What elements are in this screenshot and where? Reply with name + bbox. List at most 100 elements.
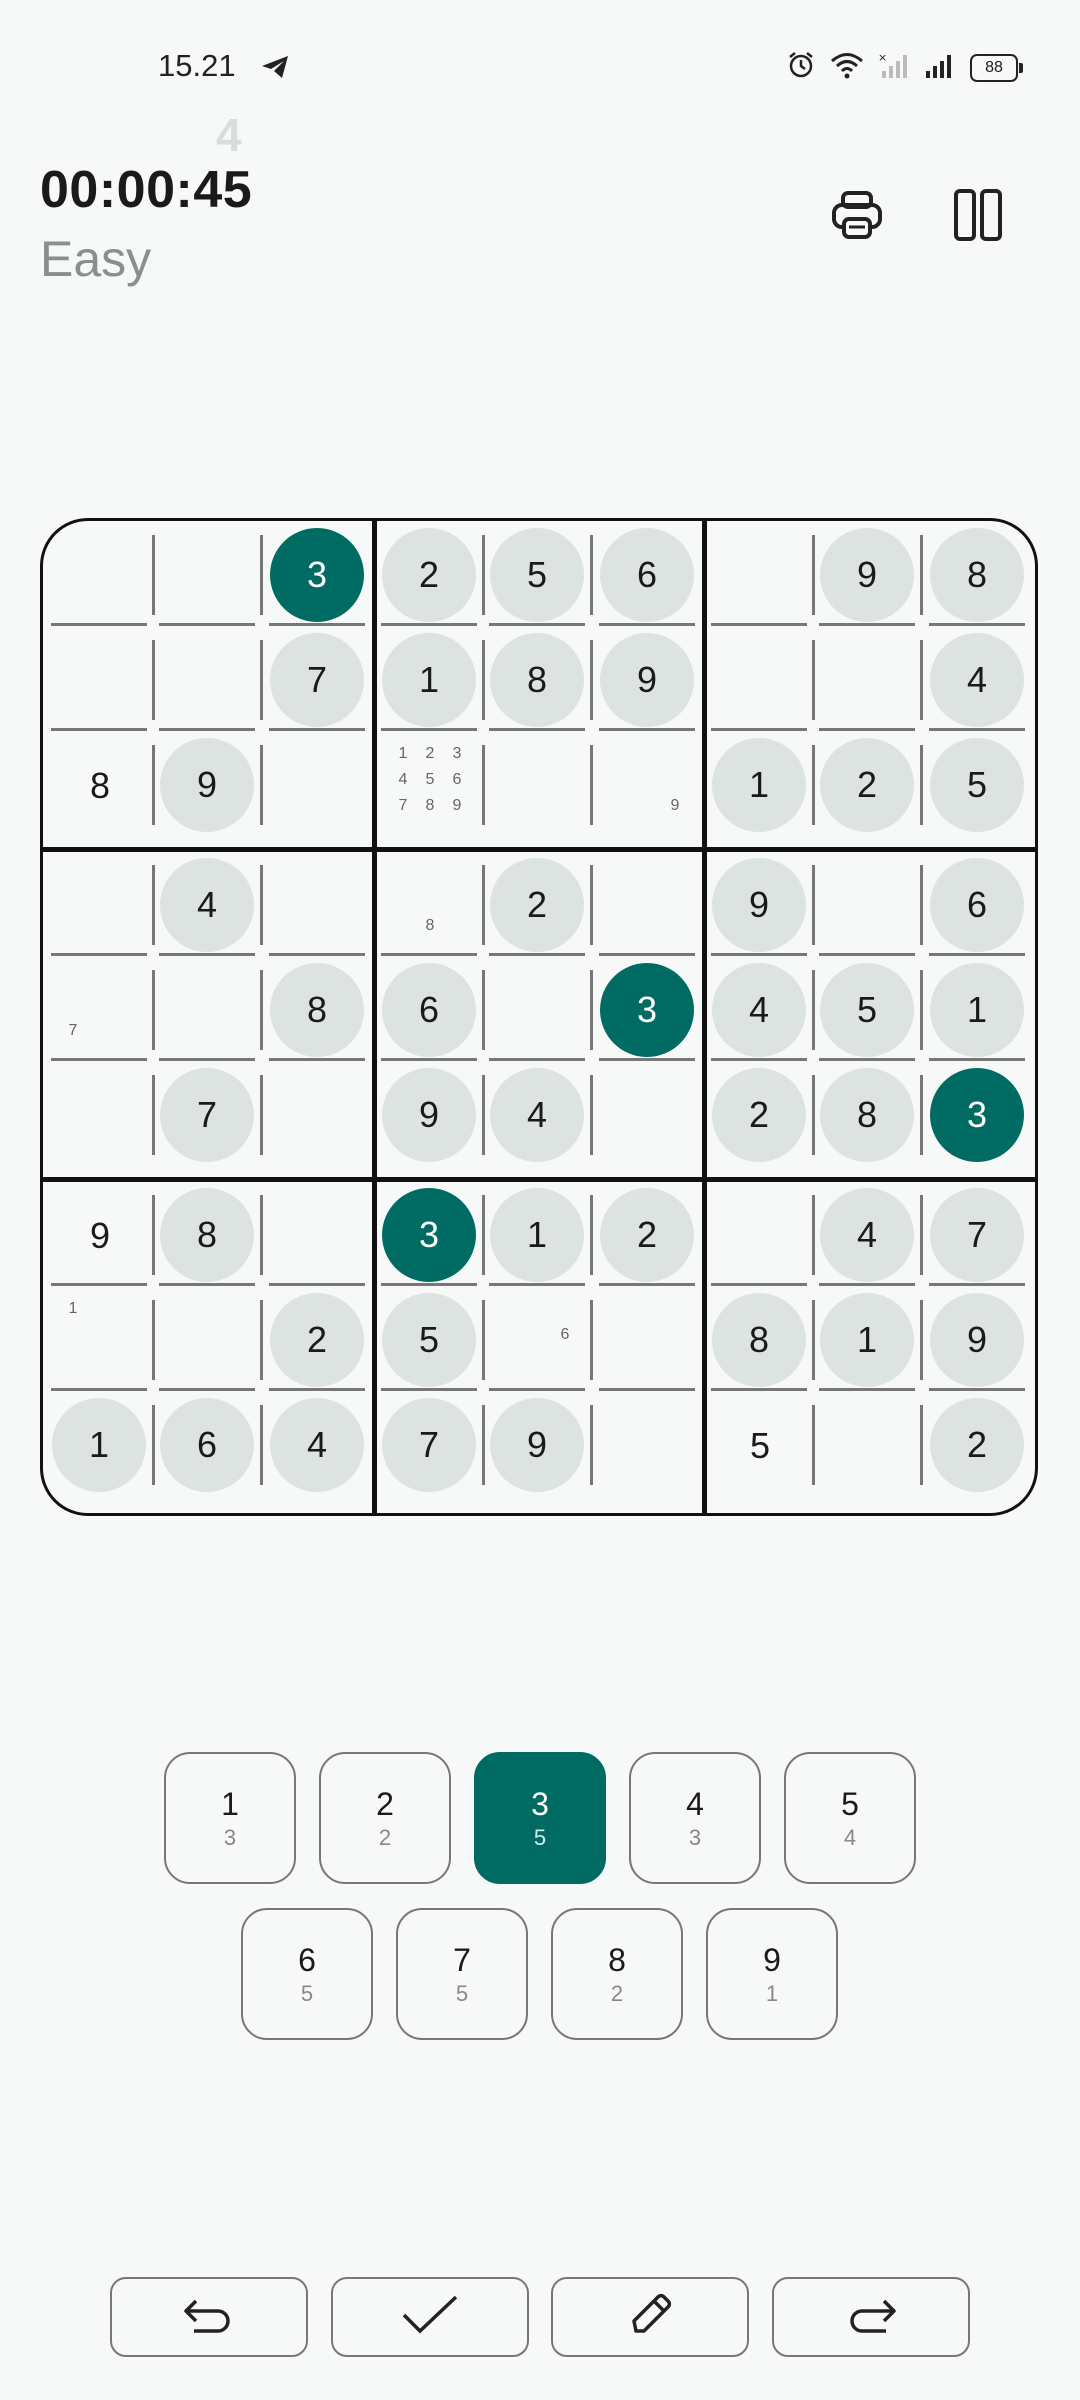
- sudoku-cell[interactable]: 2: [705, 1063, 815, 1168]
- cell-value-filled: 6: [930, 858, 1024, 952]
- sudoku-cell[interactable]: [483, 733, 593, 838]
- sudoku-cell[interactable]: [593, 1288, 703, 1393]
- sudoku-cell[interactable]: 5: [923, 733, 1033, 838]
- sudoku-cell[interactable]: 8: [153, 1183, 263, 1288]
- sudoku-cell[interactable]: 5: [813, 958, 923, 1063]
- sudoku-cell[interactable]: [593, 853, 703, 958]
- sudoku-cell[interactable]: 7: [263, 628, 373, 733]
- sudoku-cell[interactable]: 5: [483, 523, 593, 628]
- sudoku-cell[interactable]: 9: [923, 1288, 1033, 1393]
- sudoku-cell[interactable]: 1: [45, 1393, 155, 1498]
- sudoku-cell[interactable]: 4: [483, 1063, 593, 1168]
- sudoku-cell[interactable]: 3: [263, 523, 373, 628]
- sudoku-cell[interactable]: 4: [705, 958, 815, 1063]
- sudoku-cell[interactable]: 6: [153, 1393, 263, 1498]
- sudoku-cell[interactable]: 7: [375, 1393, 485, 1498]
- cell-divider: [599, 1058, 695, 1061]
- sudoku-cell[interactable]: 9: [705, 853, 815, 958]
- sudoku-cell[interactable]: 1: [813, 1288, 923, 1393]
- sudoku-cell[interactable]: 3: [593, 958, 703, 1063]
- sudoku-cell[interactable]: 8: [705, 1288, 815, 1393]
- redo-button[interactable]: [772, 2277, 970, 2357]
- sudoku-cell[interactable]: 9: [153, 733, 263, 838]
- number-key[interactable]: 75: [396, 1908, 528, 2040]
- sudoku-cell[interactable]: 9: [593, 733, 703, 838]
- sudoku-cell[interactable]: [813, 628, 923, 733]
- sudoku-cell[interactable]: 6: [923, 853, 1033, 958]
- sudoku-cell[interactable]: [813, 853, 923, 958]
- sudoku-cell[interactable]: 1: [923, 958, 1033, 1063]
- sudoku-cell[interactable]: [263, 733, 373, 838]
- sudoku-cell[interactable]: [813, 1393, 923, 1498]
- sudoku-cell[interactable]: 3: [923, 1063, 1033, 1168]
- undo-button[interactable]: [110, 2277, 308, 2357]
- sudoku-cell[interactable]: [153, 958, 263, 1063]
- number-key[interactable]: 65: [241, 1908, 373, 2040]
- sudoku-cell[interactable]: 4: [263, 1393, 373, 1498]
- sudoku-cell[interactable]: 1: [375, 628, 485, 733]
- sudoku-cell[interactable]: 7: [923, 1183, 1033, 1288]
- sudoku-cell[interactable]: [705, 628, 815, 733]
- sudoku-cell[interactable]: 8: [923, 523, 1033, 628]
- number-key[interactable]: 54: [784, 1752, 916, 1884]
- sudoku-cell[interactable]: [153, 1288, 263, 1393]
- sudoku-cell[interactable]: [593, 1063, 703, 1168]
- sudoku-cell[interactable]: 8: [483, 628, 593, 733]
- sudoku-cell[interactable]: 4: [813, 1183, 923, 1288]
- sudoku-cell[interactable]: [45, 523, 155, 628]
- sudoku-cell[interactable]: 6: [483, 1288, 593, 1393]
- sudoku-cell[interactable]: 2: [483, 853, 593, 958]
- sudoku-cell[interactable]: [153, 628, 263, 733]
- sudoku-cell[interactable]: 6: [375, 958, 485, 1063]
- sudoku-cell[interactable]: [153, 523, 263, 628]
- number-key[interactable]: 43: [629, 1752, 761, 1884]
- sudoku-cell[interactable]: 4: [923, 628, 1033, 733]
- sudoku-cell[interactable]: [593, 1393, 703, 1498]
- sudoku-cell[interactable]: 1: [483, 1183, 593, 1288]
- sudoku-cell[interactable]: 2: [263, 1288, 373, 1393]
- sudoku-cell[interactable]: 123 456 789: [375, 733, 485, 838]
- sudoku-cell[interactable]: 2: [923, 1393, 1033, 1498]
- sudoku-cell[interactable]: [45, 628, 155, 733]
- sudoku-cell[interactable]: [263, 1183, 373, 1288]
- check-button[interactable]: [331, 2277, 529, 2357]
- pause-button[interactable]: [938, 177, 1018, 257]
- sudoku-cell[interactable]: [483, 958, 593, 1063]
- sudoku-cell[interactable]: 9: [375, 1063, 485, 1168]
- sudoku-cell[interactable]: 5: [705, 1393, 815, 1498]
- number-key[interactable]: 13: [164, 1752, 296, 1884]
- sudoku-cell[interactable]: [263, 853, 373, 958]
- sudoku-cell[interactable]: 2: [593, 1183, 703, 1288]
- sudoku-cell[interactable]: [263, 1063, 373, 1168]
- sudoku-cell[interactable]: 2: [375, 523, 485, 628]
- sudoku-cell[interactable]: 3: [375, 1183, 485, 1288]
- sudoku-cell[interactable]: 1: [45, 1288, 155, 1393]
- sudoku-cell[interactable]: [45, 1063, 155, 1168]
- sudoku-cell[interactable]: 2: [813, 733, 923, 838]
- sudoku-cell[interactable]: [705, 523, 815, 628]
- sudoku-cell[interactable]: 4: [153, 853, 263, 958]
- sudoku-cell[interactable]: 9: [593, 628, 703, 733]
- svg-text:×: ×: [878, 51, 887, 64]
- sudoku-cell[interactable]: 6: [593, 523, 703, 628]
- sudoku-cell[interactable]: 5: [375, 1288, 485, 1393]
- sudoku-cell[interactable]: 9: [483, 1393, 593, 1498]
- number-key[interactable]: 91: [706, 1908, 838, 2040]
- sudoku-cell[interactable]: [45, 853, 155, 958]
- sudoku-cell[interactable]: 9: [45, 1183, 155, 1288]
- sudoku-cell[interactable]: 8: [263, 958, 373, 1063]
- number-key[interactable]: 35: [474, 1752, 606, 1884]
- pencil-button[interactable]: [551, 2277, 749, 2357]
- cell-value-filled: 6: [600, 528, 694, 622]
- sudoku-cell[interactable]: 1: [705, 733, 815, 838]
- number-key[interactable]: 22: [319, 1752, 451, 1884]
- sudoku-cell[interactable]: 7: [45, 958, 155, 1063]
- sudoku-cell[interactable]: 8: [813, 1063, 923, 1168]
- sudoku-cell[interactable]: 7: [153, 1063, 263, 1168]
- sudoku-cell[interactable]: 8: [375, 853, 485, 958]
- number-key[interactable]: 82: [551, 1908, 683, 2040]
- sudoku-cell[interactable]: 8: [45, 733, 155, 838]
- print-button[interactable]: [817, 177, 897, 257]
- sudoku-cell[interactable]: 9: [813, 523, 923, 628]
- sudoku-cell[interactable]: [705, 1183, 815, 1288]
